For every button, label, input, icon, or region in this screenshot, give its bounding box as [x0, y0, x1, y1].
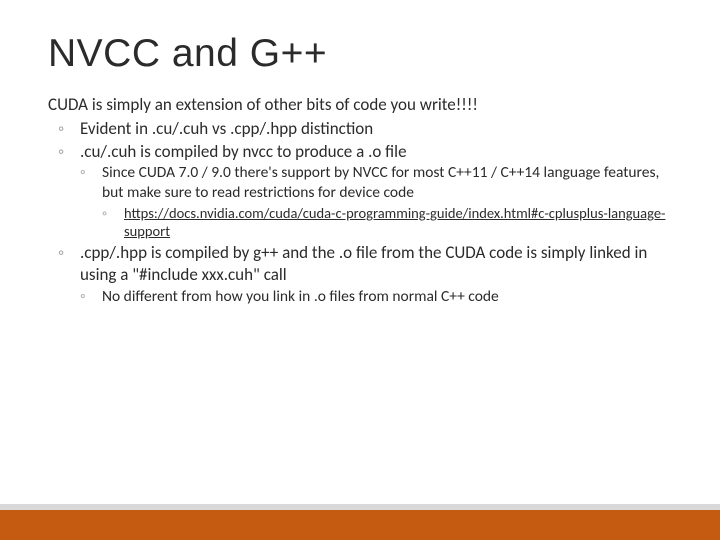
bullet-link: ◦ https://docs.nvidia.com/cuda/cuda-c-pr…: [102, 204, 672, 241]
bullet-no-different-text: No different from how you link in .o fil…: [102, 287, 499, 306]
bullet-since-cuda-text: Since CUDA 7.0 / 9.0 there's support by …: [102, 163, 659, 202]
bullet-evident: ◦ Evident in .cu/.cuh vs .cpp/.hpp disti…: [58, 118, 672, 140]
footer-accent-bar: [0, 510, 720, 540]
slide-title: NVCC and G++: [48, 32, 672, 76]
bullet-icon: ◦: [58, 141, 64, 163]
bullet-icon: ◦: [80, 287, 86, 307]
bullet-cpp-compiled: ◦ .cpp/.hpp is compiled by g++ and the .…: [58, 242, 672, 286]
bullet-no-different: ◦ No different from how you link in .o f…: [80, 287, 672, 307]
bullet-cpp-compiled-text: .cpp/.hpp is compiled by g++ and the .o …: [80, 242, 647, 285]
bullet-cu-compiled: ◦ .cu/.cuh is compiled by nvcc to produc…: [58, 141, 672, 163]
slide-body: CUDA is simply an extension of other bit…: [48, 94, 672, 306]
slide-container: NVCC and G++ CUDA is simply an extension…: [0, 0, 720, 540]
docs-nvidia-link[interactable]: https://docs.nvidia.com/cuda/cuda-c-prog…: [124, 204, 665, 241]
bullet-since-cuda: ◦ Since CUDA 7.0 / 9.0 there's support b…: [80, 163, 672, 203]
bullet-evident-text: Evident in .cu/.cuh vs .cpp/.hpp distinc…: [80, 118, 373, 139]
bullet-icon: ◦: [80, 163, 86, 183]
bullet-icon: ◦: [58, 118, 64, 140]
bullet-icon: ◦: [58, 242, 64, 264]
bullet-cu-compiled-text: .cu/.cuh is compiled by nvcc to produce …: [80, 141, 407, 162]
intro-text: CUDA is simply an extension of other bit…: [48, 94, 672, 116]
bullet-icon: ◦: [102, 204, 107, 223]
